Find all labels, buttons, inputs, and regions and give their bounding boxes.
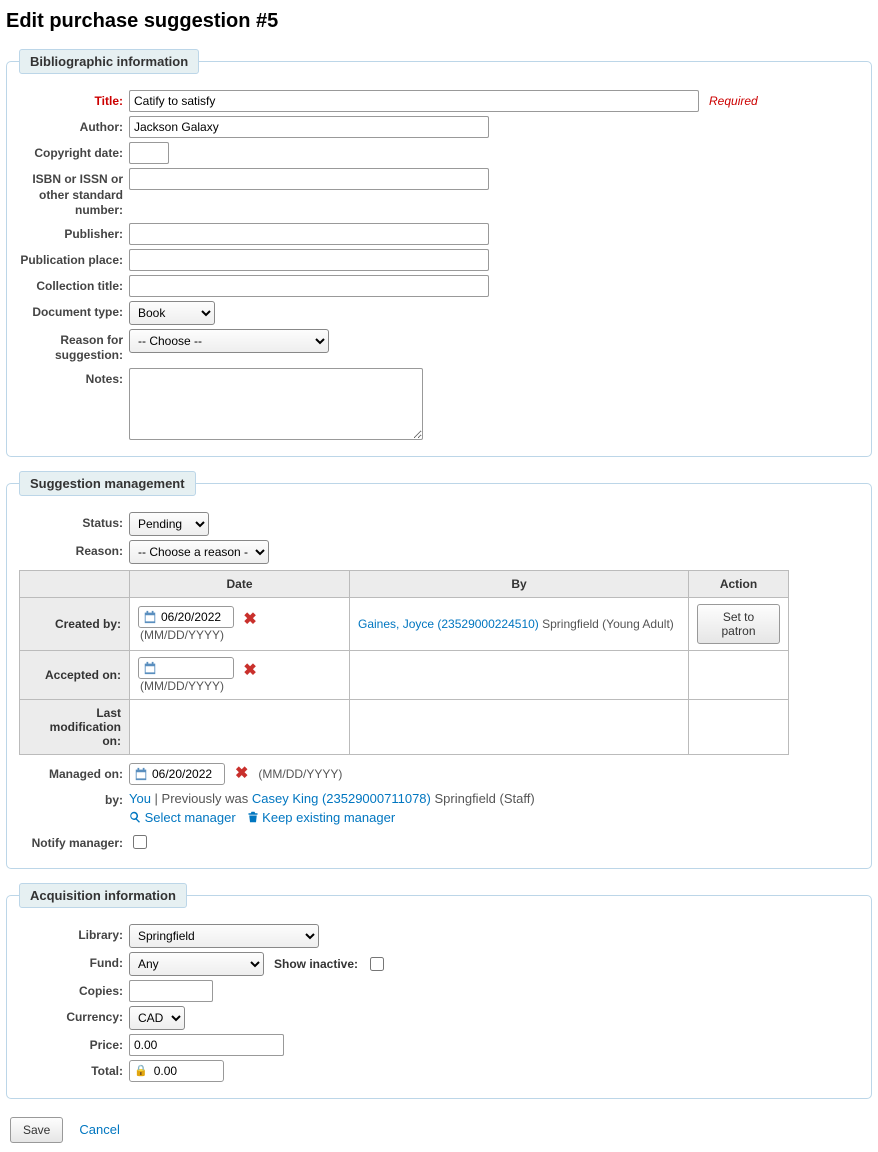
accepted-on-label: Accepted on: [20,650,130,699]
created-date-picker[interactable] [138,606,234,628]
created-date-input[interactable] [157,610,229,624]
calendar-icon [134,767,148,781]
collection-title-input[interactable] [129,275,489,297]
table-col-date: Date [130,570,350,597]
collection-title-label: Collection title: [19,275,129,295]
show-inactive-checkbox[interactable] [370,957,384,971]
isbn-input[interactable] [129,168,489,190]
document-type-label: Document type: [19,301,129,321]
date-format-hint: (MM/DD/YYYY) [140,679,224,693]
set-to-patron-button[interactable]: Set to patron [697,604,780,644]
managed-by-label: by: [19,789,129,809]
currency-select[interactable]: CAD [129,1006,185,1030]
previous-manager-link[interactable]: Casey King (23529000711078) [252,791,431,806]
clear-date-icon[interactable]: ✖ [235,766,248,782]
bibliographic-fieldset: Bibliographic information Title: Require… [6,49,872,457]
library-select[interactable]: Springfield [129,924,319,948]
by-separator: | [151,791,162,806]
reason-select[interactable]: -- Choose a reason -- [129,540,269,564]
publication-place-input[interactable] [129,249,489,271]
table-row-lastmod: Last modification on: [20,699,789,754]
previously-was-text: Previously was [162,791,252,806]
date-format-hint: (MM/DD/YYYY) [140,628,224,642]
accepted-date-input[interactable] [157,661,229,675]
currency-label: Currency: [19,1006,129,1026]
notify-manager-checkbox[interactable] [133,835,147,849]
clear-date-icon[interactable]: ✖ [243,611,256,628]
total-input [150,1064,208,1078]
reason-label: Reason: [19,540,129,560]
managed-on-date-input[interactable] [148,767,220,781]
notes-label: Notes: [19,368,129,388]
lock-icon: 🔒 [134,1064,148,1077]
fund-label: Fund: [19,952,129,972]
table-col-action: Action [689,570,789,597]
fund-select[interactable]: Any [129,952,264,976]
table-row-created: Created by: ✖ (MM/DD/YYYY) Gaines, Joyce… [20,597,789,650]
show-inactive-label: Show inactive: [274,957,358,971]
accepted-date-picker[interactable] [138,657,234,679]
date-format-hint: (MM/DD/YYYY) [258,767,342,781]
copies-label: Copies: [19,980,129,1000]
calendar-icon [143,661,157,675]
table-row-accepted: Accepted on: ✖ (MM/DD/YYYY) [20,650,789,699]
select-manager-link[interactable]: Select manager [129,810,239,825]
managed-on-date-picker[interactable] [129,763,225,785]
managed-on-label: Managed on: [19,763,129,783]
title-required-text: Required [709,94,758,108]
price-label: Price: [19,1034,129,1054]
reason-for-suggestion-label: Reason for suggestion: [19,329,129,364]
price-input[interactable] [129,1034,284,1056]
calendar-icon [143,610,157,624]
copies-input[interactable] [129,980,213,1002]
author-input[interactable] [129,116,489,138]
managed-by-you-link[interactable]: You [129,791,151,806]
clear-date-icon[interactable]: ✖ [243,662,256,679]
table-col-by: By [350,570,689,597]
status-select[interactable]: Pending [129,512,209,536]
acquisition-legend: Acquisition information [19,883,187,908]
previous-manager-library: Springfield (Staff) [431,791,535,806]
publisher-label: Publisher: [19,223,129,243]
reason-for-suggestion-select[interactable]: -- Choose -- [129,329,329,353]
total-label: Total: [19,1060,129,1080]
created-by-label: Created by: [20,597,130,650]
suggestion-management-legend: Suggestion management [19,471,196,496]
last-modification-label: Last modification on: [20,699,130,754]
status-label: Status: [19,512,129,532]
copyright-date-input[interactable] [129,142,169,164]
author-label: Author: [19,116,129,136]
page-title: Edit purchase suggestion #5 [6,10,872,33]
acquisition-fieldset: Acquisition information Library: Springf… [6,883,872,1099]
trash-icon [247,809,259,821]
notes-textarea[interactable] [129,368,423,440]
search-icon [129,809,141,821]
copyright-date-label: Copyright date: [19,142,129,162]
publisher-input[interactable] [129,223,489,245]
keep-existing-manager-link[interactable]: Keep existing manager [247,810,396,825]
created-by-library: Springfield (Young Adult) [539,617,674,631]
publication-place-label: Publication place: [19,249,129,269]
notify-manager-label: Notify manager: [19,832,129,852]
library-label: Library: [19,924,129,944]
cancel-link[interactable]: Cancel [79,1122,119,1137]
total-readonly-wrap: 🔒 [129,1060,224,1082]
created-by-patron-link[interactable]: Gaines, Joyce (23529000224510) [358,617,539,631]
bibliographic-legend: Bibliographic information [19,49,199,74]
title-input[interactable] [129,90,699,112]
title-label: Title: [19,90,129,110]
isbn-label: ISBN or ISSN or other standard number: [19,168,129,219]
suggestion-management-fieldset: Suggestion management Status: Pending Re… [6,471,872,869]
suggestion-history-table: Date By Action Created by: ✖ (MM/DD/YYYY… [19,570,789,755]
save-button[interactable]: Save [10,1117,63,1143]
document-type-select[interactable]: Book [129,301,215,325]
